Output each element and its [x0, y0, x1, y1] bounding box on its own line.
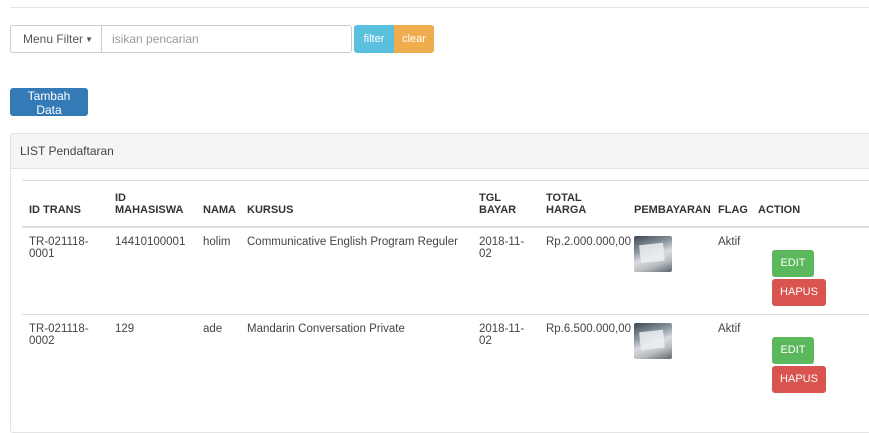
total-harga-cell: Rp.2.000.000,00	[539, 226, 631, 314]
kursus-cell: Communicative English Program Reguler	[240, 226, 472, 314]
tgl-bayar-cell: 2018-11-02	[472, 313, 539, 401]
search-input[interactable]	[102, 25, 352, 53]
id-mahasiswa-cell: 129	[108, 313, 196, 401]
id-trans-cell: TR-021118-0002	[22, 313, 108, 401]
delete-button[interactable]: HAPUS	[772, 365, 826, 393]
table-row: TR-021118-0002 129 ade Mandarin Conversa…	[22, 313, 869, 401]
tgl-bayar-cell: 2018-11-02	[472, 226, 539, 314]
registration-panel: LIST Pendaftaran ID TRANS ID MAHASISWA N…	[10, 133, 869, 433]
column-header[interactable]: ID TRANS	[22, 180, 108, 228]
edit-button[interactable]: EDIT	[772, 336, 814, 364]
registration-table: ID TRANS ID MAHASISWA NAMA KURSUS TGL BA…	[22, 180, 869, 401]
panel-title: LIST Pendaftaran	[11, 134, 869, 169]
edit-button[interactable]: EDIT	[772, 249, 814, 277]
total-harga-cell: Rp.6.500.000,00	[539, 313, 631, 401]
filter-button[interactable]: filter	[354, 25, 394, 53]
action-cell: EDIT HAPUS	[751, 313, 869, 401]
flag-cell: Aktif	[711, 226, 751, 314]
column-header[interactable]: TGL BAYAR	[472, 180, 539, 228]
column-header[interactable]: NAMA	[196, 180, 240, 228]
column-header[interactable]: TOTAL HARGA	[539, 180, 627, 228]
action-cell: EDIT HAPUS	[751, 226, 869, 314]
nama-cell: ade	[196, 313, 240, 401]
column-header[interactable]: FLAG	[711, 180, 751, 228]
table-header-row: ID TRANS ID MAHASISWA NAMA KURSUS TGL BA…	[22, 180, 869, 228]
kursus-cell: Mandarin Conversation Private	[240, 313, 472, 401]
flag-cell: Aktif	[711, 313, 751, 401]
column-header[interactable]: PEMBAYARAN	[627, 180, 711, 228]
add-data-button[interactable]: Tambah Data	[10, 88, 88, 117]
id-trans-cell: TR-021118-0001	[22, 226, 108, 314]
payment-receipt-thumbnail[interactable]	[634, 322, 672, 359]
id-mahasiswa-cell: 14410100001	[108, 226, 196, 314]
pembayaran-cell	[627, 313, 711, 401]
menu-filter-select[interactable]: Menu Filter ▼	[10, 25, 102, 53]
table-row: TR-021118-0001 14410100001 holim Communi…	[22, 226, 869, 314]
column-header[interactable]: ID MAHASISWA	[108, 180, 196, 228]
column-header[interactable]: ACTION	[751, 180, 869, 228]
delete-button[interactable]: HAPUS	[772, 278, 826, 306]
menu-filter-label: Menu Filter	[23, 32, 84, 46]
nama-cell: holim	[196, 226, 240, 314]
filter-bar: Menu Filter ▼ filter clear	[10, 25, 434, 53]
pembayaran-cell	[627, 226, 711, 314]
top-divider	[10, 7, 869, 8]
caret-down-icon: ▼	[85, 34, 93, 44]
payment-receipt-thumbnail[interactable]	[634, 235, 672, 272]
column-header[interactable]: KURSUS	[240, 180, 472, 228]
clear-button[interactable]: clear	[394, 25, 434, 53]
